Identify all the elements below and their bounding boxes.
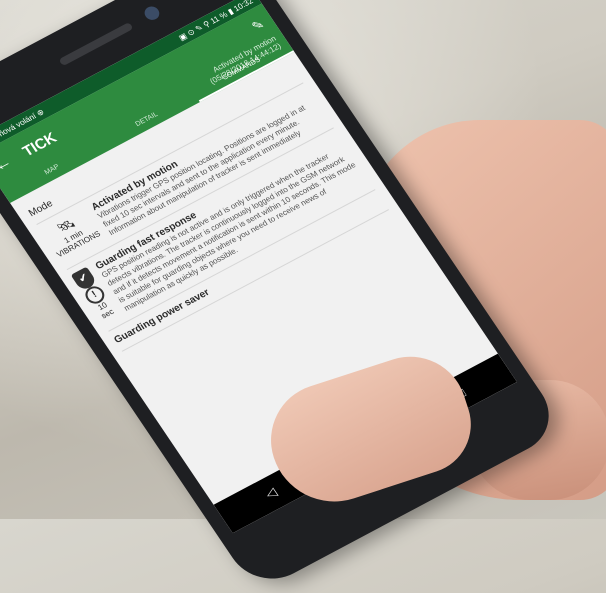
- back-arrow-icon[interactable]: ←: [0, 153, 16, 176]
- edit-pencil-icon[interactable]: ✎: [249, 17, 268, 35]
- page-title: TICK: [19, 129, 60, 161]
- nav-back-icon[interactable]: ◁: [262, 484, 280, 502]
- front-camera: [141, 4, 163, 23]
